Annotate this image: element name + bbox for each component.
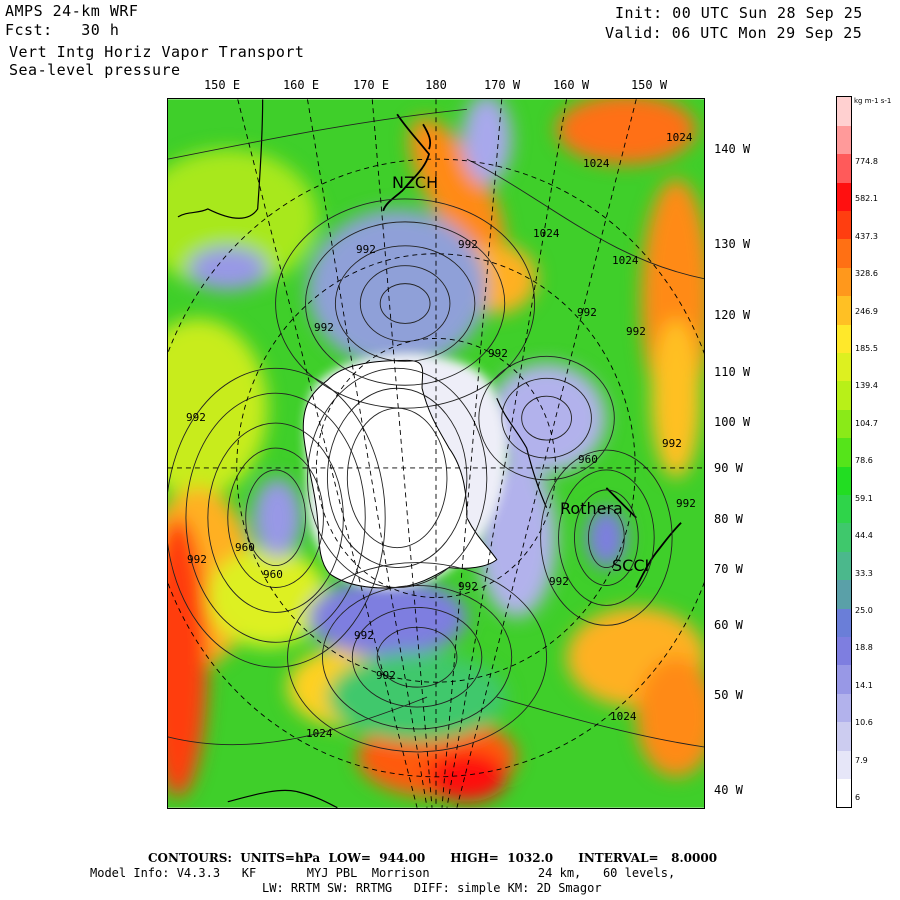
lon-label: 150 E: [203, 78, 241, 92]
colorbar-segment: [837, 523, 851, 552]
pressure-label: 992: [187, 553, 207, 566]
forecast-hour: Fcst: 30 h: [5, 21, 120, 39]
colorbar-segment: [837, 153, 851, 183]
lon-label: 150 W: [630, 78, 668, 92]
colorbar-tick-label: 328.6: [855, 269, 878, 279]
pressure-label: 960: [578, 453, 598, 466]
model-info: Model Info: V4.3.3 KF MYJ PBL Morrison 2…: [90, 866, 676, 880]
colorbar-segment: [837, 352, 851, 382]
station-label: NZCH: [392, 173, 439, 192]
lat-label: 110 W: [714, 365, 751, 379]
colorbar-segment: [837, 97, 851, 126]
lon-label: 170 E: [352, 78, 390, 92]
colorbar-segment: [837, 579, 851, 609]
colorbar-tick-label: 139.4: [855, 381, 878, 391]
valid-time: Valid: 06 UTC Mon 29 Sep 25: [605, 24, 863, 42]
colorbar-segment: [837, 182, 851, 212]
colorbar-tick-label: 25.0: [855, 605, 873, 615]
colorbar-segment: [837, 721, 851, 751]
colorbar-segment: [837, 409, 851, 439]
colorbar-segment: [837, 551, 851, 581]
pressure-label: 1024: [533, 227, 560, 240]
lon-label: 160 W: [552, 78, 590, 92]
lat-label: 70 W: [714, 562, 743, 576]
pressure-label: 992: [376, 669, 396, 682]
contour-info: CONTOURS: UNITS=hPa LOW= 944.00 HIGH= 10…: [148, 851, 718, 865]
colorbar-segment: [837, 750, 851, 780]
colorbar-segment: [837, 239, 851, 268]
colorbar-segment: [837, 608, 851, 638]
pressure-label: 1024: [583, 157, 610, 170]
colorbar-tick-label: 59.1: [855, 493, 873, 503]
field-name-vapor: Vert Intg Horiz Vapor Transport: [9, 43, 305, 61]
colorbar-segment: [837, 295, 851, 325]
pressure-label: 992: [356, 243, 376, 256]
colorbar-tick-label: 10.6: [855, 718, 873, 728]
pressure-label: 992: [488, 347, 508, 360]
pressure-label: 992: [314, 321, 334, 334]
lon-label: 170 W: [483, 78, 521, 92]
pressure-label: 992: [577, 306, 597, 319]
colorbar-segment: [837, 125, 851, 155]
colorbar-tick-label: 582.1: [855, 194, 878, 204]
lat-label: 80 W: [714, 512, 743, 526]
physics-info: LW: RRTM SW: RRTMG DIFF: simple KM: 2D S…: [262, 881, 602, 895]
model-title: AMPS 24-km WRF: [5, 2, 139, 20]
colorbar-segment: [837, 466, 851, 496]
pressure-label: 992: [662, 437, 682, 450]
pressure-label: 992: [676, 497, 696, 510]
pressure-label: 992: [458, 580, 478, 593]
colorbar-units: kg m-1 s-1: [854, 97, 892, 105]
colorbar-segment: [837, 778, 851, 808]
colorbar-tick-label: 14.1: [855, 680, 873, 690]
lat-label: 100 W: [714, 415, 751, 429]
colorbar-segment: [837, 437, 851, 467]
colorbar-tick-label: 78.6: [855, 456, 873, 466]
pressure-label: 992: [626, 325, 646, 338]
pressure-label: 992: [354, 629, 374, 642]
lon-label: 160 E: [282, 78, 320, 92]
lat-label: 140 W: [714, 142, 751, 156]
colorbar-segment: [837, 665, 851, 694]
lat-label: 60 W: [714, 618, 743, 632]
colorbar-tick-label: 185.5: [855, 344, 878, 354]
colorbar-segment: [837, 324, 851, 354]
colorbar-tick-label: 6: [855, 793, 861, 802]
pressure-label: 1024: [306, 727, 333, 740]
lat-label: 50 W: [714, 688, 743, 702]
lat-label: 40 W: [714, 783, 743, 797]
pressure-label: 992: [458, 238, 478, 251]
colorbar: [836, 96, 852, 808]
colorbar-tick-label: 774.8: [855, 157, 878, 166]
lon-label: 180: [425, 78, 447, 92]
colorbar-tick-label: 7.9: [855, 755, 868, 765]
colorbar-tick-label: 437.3: [855, 231, 878, 241]
colorbar-tick-label: 33.3: [855, 568, 873, 578]
colorbar-segment: [837, 210, 851, 240]
lat-label: 90 W: [714, 461, 743, 475]
pressure-label: 1024: [610, 710, 637, 723]
vapor-transport-map: [167, 98, 705, 809]
colorbar-tick-label: 246.9: [855, 306, 878, 316]
pressure-label: 960: [263, 568, 283, 581]
init-time: Init: 00 UTC Sun 28 Sep 25: [615, 4, 863, 22]
colorbar-segment: [837, 693, 851, 723]
pressure-label: 1024: [666, 131, 693, 144]
colorbar-tick-label: 18.8: [855, 643, 873, 653]
colorbar-segment: [837, 267, 851, 297]
pressure-label: 992: [186, 411, 206, 424]
field-name-slp: Sea-level pressure: [9, 61, 181, 79]
colorbar-segment: [837, 381, 851, 410]
station-label: SCCI: [612, 556, 650, 575]
colorbar-tick-label: 104.7: [855, 418, 878, 428]
colorbar-tick-label: 44.4: [855, 531, 873, 541]
pressure-label: 960: [235, 541, 255, 554]
lat-label: 130 W: [714, 237, 751, 251]
colorbar-segment: [837, 636, 851, 666]
lat-label: 120 W: [714, 308, 751, 322]
colorbar-segment: [837, 494, 851, 524]
station-label: Rothera: [560, 499, 623, 518]
pressure-label: 1024: [612, 254, 639, 267]
pressure-label: 992: [549, 575, 569, 588]
